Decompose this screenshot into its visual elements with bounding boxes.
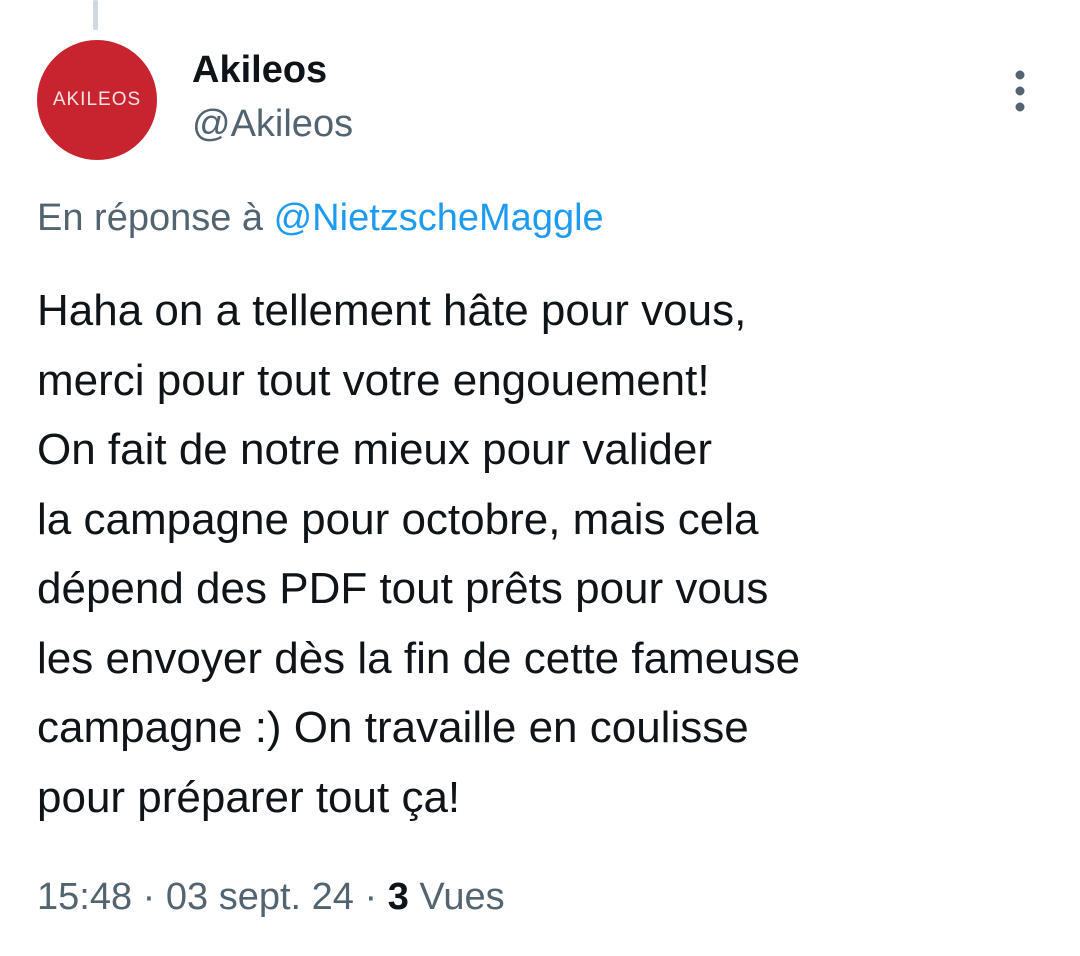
tweet-line: merci pour tout votre engouement! <box>37 355 710 405</box>
avatar[interactable]: AKILEOS <box>37 40 157 160</box>
tweet-metadata: 15:48 · 03 sept. 24 · 3 Vues <box>37 872 505 922</box>
thread-connector-line <box>93 0 98 30</box>
tweet-date[interactable]: 03 sept. 24 <box>166 876 354 918</box>
tweet-time[interactable]: 15:48 <box>37 876 132 918</box>
more-options-button[interactable] <box>1002 66 1038 116</box>
author-handle[interactable]: @Akileos <box>192 100 353 148</box>
tweet-line: les envoyer dès la fin de cette fameuse <box>37 633 801 683</box>
tweet-line: On fait de notre mieux pour valider <box>37 425 713 474</box>
views-count[interactable]: 3 <box>388 876 409 918</box>
tweet-line: campagne :) On travaille en coulisse <box>37 703 749 752</box>
author-display-name[interactable]: Akileos <box>192 46 327 94</box>
tweet-line: Haha on a tellement hâte pour vous, <box>37 286 747 335</box>
tweet-line: dépend des PDF tout prêts pour vous <box>37 564 769 613</box>
tweet-line: la campagne pour octobre, mais cela <box>37 494 759 544</box>
reply-context: En réponse à @NietzscheMaggle <box>37 193 604 243</box>
meta-separator: · <box>353 876 388 918</box>
reply-prefix: En réponse à <box>37 197 274 239</box>
more-vertical-icon <box>1015 70 1025 112</box>
meta-separator: · <box>132 876 166 918</box>
tweet-text: Haha on a tellement hâte pour vous, merc… <box>37 276 1047 832</box>
avatar-logo-text: AKILEOS <box>52 89 142 110</box>
views-label[interactable]: Vues <box>419 876 504 918</box>
reply-mention-link[interactable]: @NietzscheMaggle <box>274 197 604 239</box>
tweet-line: pour préparer tout ça! <box>37 772 461 822</box>
